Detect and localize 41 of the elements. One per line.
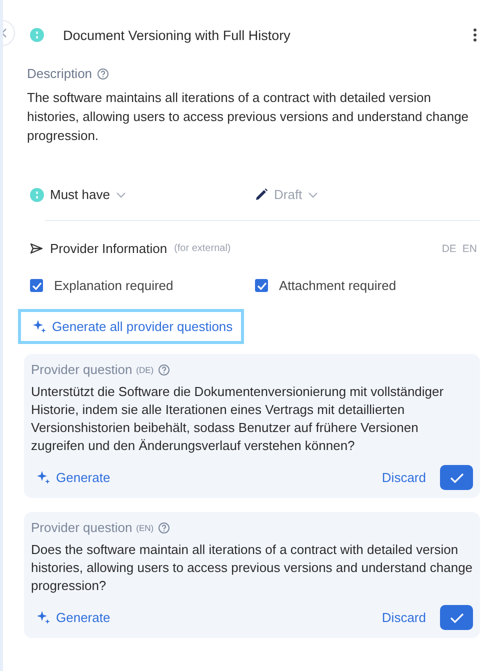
chevron-down-icon: [308, 192, 318, 198]
pencil-icon: [255, 188, 268, 201]
question-text: Unterstützt die Software die Dokumentenversionierung mit vollständiger Historie, indem sie alle Iterationen eines Vertrags mit detaillierten Versionshistorien beibehält, sodass Benutzer auf frühere Versionen zugreifen und den Änderungsverlauf verstehen können?: [31, 383, 445, 455]
confirm-button[interactable]: [440, 465, 473, 490]
help-icon[interactable]: [158, 364, 170, 376]
discard-button[interactable]: Discard: [382, 470, 426, 485]
discard-button[interactable]: Discard: [382, 610, 426, 625]
confirm-button[interactable]: [440, 605, 473, 630]
language-toggle[interactable]: EN: [462, 242, 477, 254]
chevron-down-icon: [116, 192, 126, 198]
help-icon[interactable]: [97, 68, 110, 80]
priority-dropdown[interactable]: Must have: [50, 187, 110, 202]
sparkle-icon: [33, 320, 46, 333]
description-text: The software maintains all iterations of a contract with detailed version histories, allowing users to access previous versions and understand change progression.: [27, 89, 470, 145]
language-toggle[interactable]: DE: [442, 242, 456, 254]
priority-icon: [30, 188, 44, 202]
language-tag: (DE): [136, 364, 154, 374]
generate-button[interactable]: Generate: [31, 470, 110, 485]
question-text: Does the software maintain all iterations of a contract with detailed version histories, allowing users to access previous versions and understand change progression?: [31, 541, 473, 595]
section-title: Provider Information: [50, 241, 168, 256]
checkbox[interactable]: [30, 279, 43, 292]
status-dropdown[interactable]: Draft: [274, 187, 302, 202]
generate-all-button[interactable]: Generate all provider questions: [18, 309, 244, 344]
check-icon: [450, 472, 464, 482]
checkbox[interactable]: [255, 279, 268, 292]
help-icon[interactable]: [158, 522, 170, 534]
generate-button[interactable]: Generate: [31, 610, 110, 625]
priority-icon: [30, 28, 44, 42]
item-title: Document Versioning with Full History: [63, 28, 292, 42]
more-options-icon[interactable]: [473, 28, 477, 42]
section-note: (for external): [174, 243, 231, 254]
question-label: Provider question: [31, 520, 132, 535]
check-icon: [450, 612, 464, 622]
description-label: Description: [27, 66, 92, 81]
checkbox-label: Explanation required: [54, 278, 174, 293]
sparkle-icon: [37, 611, 50, 624]
send-icon: [30, 243, 43, 254]
question-label: Provider question: [31, 362, 132, 377]
checkbox-label: Attachment required: [279, 278, 396, 293]
language-tag: (EN): [136, 522, 154, 532]
sparkle-icon: [37, 471, 50, 484]
